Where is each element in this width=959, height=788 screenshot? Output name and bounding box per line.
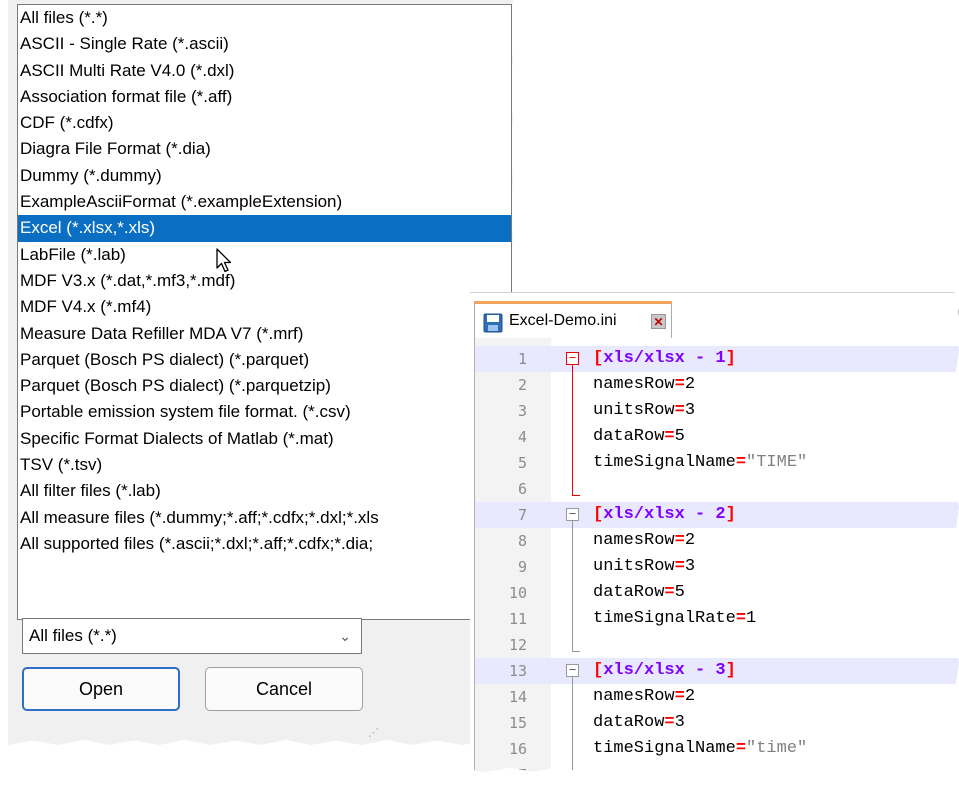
close-icon[interactable]: ✕ [651, 314, 666, 329]
ini-key-value: namesRow=2 [593, 687, 696, 706]
code-line: 6 [475, 476, 959, 502]
code-line: 14 namesRow=2 [475, 684, 959, 710]
fold-guide-end [572, 651, 580, 652]
ini-key-value: timeSignalRate=1 [593, 609, 757, 628]
ini-key-value: dataRow=3 [593, 713, 685, 732]
file-type-option[interactable]: Parquet (Bosch PS dialect) (*.parquet) [18, 347, 511, 373]
fold-guide-line [572, 677, 573, 773]
resize-grip-icon[interactable]: ⋰ [368, 726, 379, 739]
line-number: 5 [517, 454, 527, 472]
ini-key-value: unitsRow=3 [593, 557, 696, 576]
code-line: 16 timeSignalName="time" [475, 736, 959, 762]
line-number: 17 [508, 766, 527, 784]
line-number: 11 [508, 610, 527, 628]
file-type-option[interactable]: Excel (*.xlsx,*.xls) [18, 215, 511, 242]
file-type-combo-value: All files (*.*) [29, 626, 117, 645]
file-type-option[interactable]: Specific Format Dialects of Matlab (*.ma… [18, 426, 511, 452]
line-number: 2 [517, 376, 527, 394]
line-number: 6 [517, 480, 527, 498]
line-number: 7 [517, 506, 527, 524]
file-type-option[interactable]: Diagra File Format (*.dia) [18, 136, 511, 162]
fold-toggle-icon[interactable]: − [566, 351, 579, 365]
file-type-filter-list[interactable]: All files (*.*) ASCII - Single Rate (*.as… [17, 4, 512, 620]
code-line: 11 timeSignalRate=1 [475, 606, 959, 632]
mouse-pointer-icon [216, 248, 232, 273]
file-type-option[interactable]: CDF (*.cdfx) [18, 110, 511, 136]
ini-section-header: [xls/xlsx - 2] [593, 505, 736, 524]
code-line: 4 dataRow=5 [475, 424, 959, 450]
code-line: 13 [xls/xlsx - 3] [475, 658, 959, 684]
line-number: 13 [508, 662, 527, 680]
ini-key-value: timeSignalName="TIME" [593, 453, 808, 472]
fold-guide-end [572, 495, 580, 496]
file-type-option[interactable]: All supported files (*.ascii;*.dxl;*.aff… [18, 531, 511, 557]
line-number: 8 [517, 532, 527, 550]
code-line: 9 unitsRow=3 [475, 554, 959, 580]
file-type-option[interactable]: ASCII - Single Rate (*.ascii) [18, 31, 511, 57]
fold-toggle-icon[interactable]: − [566, 663, 579, 677]
line-number: 1 [517, 350, 527, 368]
floppy-disk-icon [483, 313, 503, 333]
ini-key-value: dataRow=5 [593, 427, 685, 446]
code-line: 10 dataRow=5 [475, 580, 959, 606]
code-area[interactable]: 1 [xls/xlsx - 1] 2 namesRow=2 3 unitsRow=3 4 da… [474, 338, 959, 773]
file-type-option[interactable]: Dummy (*.dummy) [18, 163, 511, 189]
fold-guide-line [572, 521, 573, 651]
fold-toggle-icon[interactable]: − [566, 507, 579, 521]
file-type-option[interactable]: MDF V4.x (*.mf4) [18, 294, 511, 320]
code-line: 5 timeSignalName="TIME" [475, 450, 959, 476]
file-type-option[interactable]: MDF V3.x (*.dat,*.mf3,*.mdf) [18, 268, 511, 294]
ini-key-value: namesRow=2 [593, 375, 696, 394]
file-type-option[interactable]: Measure Data Refiller MDA V7 (*.mrf) [18, 321, 511, 347]
chevron-down-icon: ⌄ [339, 628, 351, 644]
code-line: 3 unitsRow=3 [475, 398, 959, 424]
file-type-option[interactable]: All measure files (*.dummy;*.aff;*.cdfx;… [18, 505, 511, 531]
line-number: 14 [508, 688, 527, 706]
ini-key-value: dataRow=5 [593, 583, 685, 602]
file-type-option[interactable]: Parquet (Bosch PS dialect) (*.parquetzip… [18, 373, 511, 399]
file-type-option[interactable]: LabFile (*.lab) [18, 242, 511, 268]
file-type-option[interactable]: TSV (*.tsv) [18, 452, 511, 478]
line-number: 10 [508, 584, 527, 602]
ini-section-header: [xls/xlsx - 3] [593, 661, 736, 680]
file-type-option[interactable]: ExampleAsciiFormat (*.exampleExtension) [18, 189, 511, 215]
line-number: 16 [508, 740, 527, 758]
code-line: 1 [xls/xlsx - 1] [475, 346, 959, 372]
editor-tab-bar: Excel-Demo.ini ✕ [470, 292, 959, 339]
code-line: 2 namesRow=2 [475, 372, 959, 398]
line-number: 15 [508, 714, 527, 732]
tab-excel-demo-ini[interactable]: Excel-Demo.ini ✕ [474, 301, 672, 339]
file-type-option[interactable]: All files (*.*) [18, 5, 511, 31]
ini-key-value: unitsRow=3 [593, 401, 696, 420]
open-button[interactable]: Open [22, 667, 180, 711]
text-editor-window: Excel-Demo.ini ✕ 1 [xls/xlsx - 1] 2 namesRo… [470, 292, 959, 773]
cancel-button[interactable]: Cancel [205, 667, 363, 711]
file-type-option[interactable]: All filter files (*.lab) [18, 478, 511, 504]
fold-guide-line [572, 365, 573, 495]
file-type-option[interactable]: Portable emission system file format. (*… [18, 399, 511, 425]
ini-key-value: timeSignalName="time" [593, 739, 808, 758]
tab-label: Excel-Demo.ini [509, 312, 617, 329]
ini-key-value: namesRow=2 [593, 531, 696, 550]
file-type-combo[interactable]: All files (*.*) ⌄ [22, 618, 362, 654]
ini-section-header: [xls/xlsx - 1] [593, 349, 736, 368]
line-number: 12 [508, 636, 527, 654]
code-line: 7 [xls/xlsx - 2] [475, 502, 959, 528]
code-line: 17 [475, 762, 959, 784]
line-number: 9 [517, 558, 527, 576]
code-line: 12 [475, 632, 959, 658]
line-number: 4 [517, 428, 527, 446]
file-type-option[interactable]: Association format file (*.aff) [18, 84, 511, 110]
file-type-option[interactable]: ASCII Multi Rate V4.0 (*.dxl) [18, 58, 511, 84]
code-line: 15 dataRow=3 [475, 710, 959, 736]
code-line: 8 namesRow=2 [475, 528, 959, 554]
line-number: 3 [517, 402, 527, 420]
